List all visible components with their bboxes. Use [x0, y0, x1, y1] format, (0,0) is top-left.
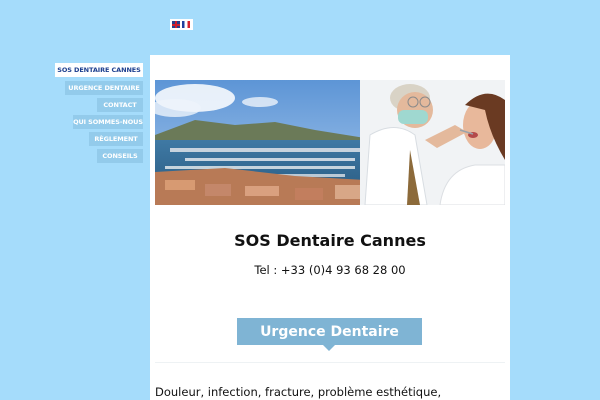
phone-number: Tel : +33 (0)4 93 68 28 00	[254, 263, 406, 277]
nav-item-sos-dentaire-cannes[interactable]: SOS DENTAIRE CANNES	[55, 63, 143, 77]
hero-image	[155, 80, 505, 205]
section-divider	[155, 362, 505, 363]
nav-item-qui-sommes-nous[interactable]: QUI SOMMES-NOUS	[73, 115, 143, 129]
nav-item-conseils[interactable]: CONSEILS	[97, 149, 143, 163]
nav-item-urgence-dentaire[interactable]: URGENCE DENTAIRE	[65, 81, 143, 95]
nav-item-contact[interactable]: CONTACT	[97, 98, 143, 112]
urgence-dentaire-heading: Urgence Dentaire	[237, 318, 422, 345]
uk-flag-icon[interactable]	[172, 21, 180, 28]
cannes-dentist-photo	[155, 80, 505, 205]
page-title: SOS Dentaire Cannes	[234, 231, 426, 250]
heading-pointer	[323, 345, 335, 351]
language-switcher	[170, 19, 193, 30]
intro-text: Douleur, infection, fracture, problème e…	[155, 385, 442, 399]
content-panel: SOS Dentaire Cannes Tel : +33 (0)4 93 68…	[150, 55, 510, 400]
fr-flag-icon[interactable]	[182, 21, 190, 28]
nav-item-reglement[interactable]: RÈGLEMENT	[89, 132, 143, 146]
